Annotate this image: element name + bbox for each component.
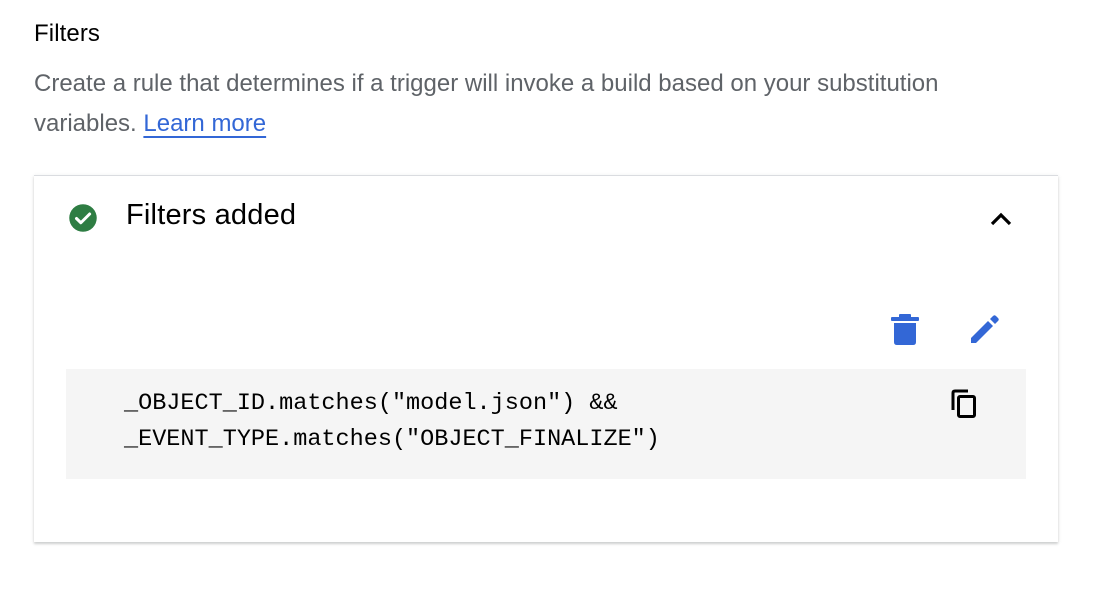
section-description: Create a rule that determines if a trigg… (34, 64, 1044, 144)
edit-icon (971, 315, 999, 343)
filters-panel: Filters added _OBJECT_ID.matches("model.… (34, 175, 1058, 542)
copy-icon (951, 389, 976, 418)
section-title: Filters (34, 20, 101, 47)
check-circle-icon (69, 204, 97, 232)
panel-title: Filters added (126, 199, 297, 231)
filters-panel-header[interactable]: Filters added (34, 176, 1058, 258)
chevron-up-icon (990, 212, 1012, 226)
filter-code-line-1: _OBJECT_ID.matches("model.json") && (124, 390, 618, 417)
delete-button[interactable] (889, 312, 921, 346)
delete-icon (891, 314, 919, 345)
filter-code-line-2: _EVENT_TYPE.matches("OBJECT_FINALIZE") (124, 426, 660, 453)
copy-button[interactable] (950, 389, 978, 419)
learn-more-link[interactable]: Learn more (143, 110, 266, 137)
edit-button[interactable] (968, 312, 1002, 346)
filter-code-block: _OBJECT_ID.matches("model.json") && _EVE… (66, 369, 1026, 479)
collapse-button[interactable] (986, 204, 1016, 234)
